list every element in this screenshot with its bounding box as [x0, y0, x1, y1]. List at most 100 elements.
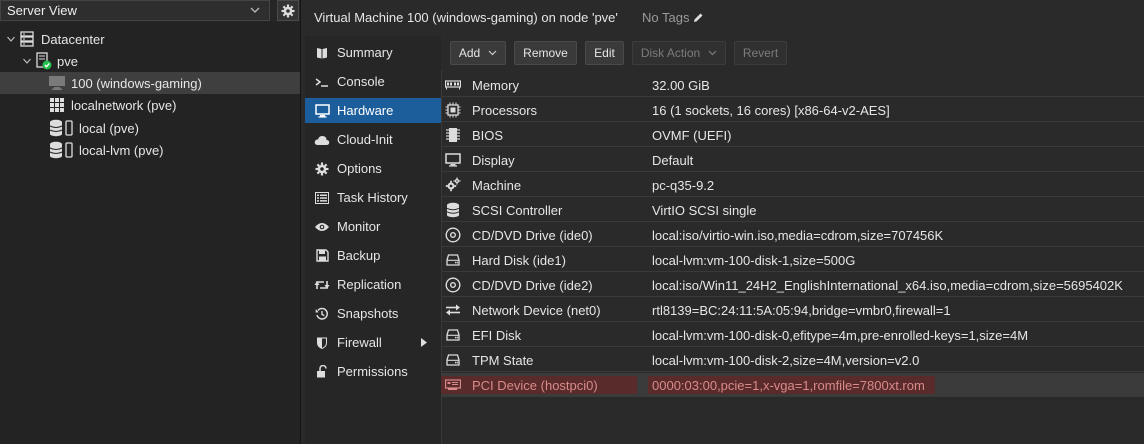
memory-icon: [445, 77, 461, 93]
hardware-name: Network Device (net0): [472, 303, 601, 318]
tree-item-localnetwork[interactable]: localnetwork (pve): [48, 94, 300, 116]
chevron-down-icon: [708, 50, 717, 56]
nav-item-label: Cloud-Init: [337, 132, 393, 147]
tree-item-node-pve[interactable]: pve: [20, 50, 300, 72]
tree-item-label: local (pve): [79, 120, 139, 136]
pencil-icon[interactable]: [692, 12, 704, 24]
collapse-toggle-icon[interactable]: [4, 34, 18, 44]
nav-item-summary[interactable]: Summary: [305, 40, 441, 65]
hardware-value: local-lvm:vm-100-disk-0,efitype=4m,pre-e…: [652, 328, 1029, 343]
hardware-row-efi-disk[interactable]: EFI Disk local-lvm:vm-100-disk-0,efitype…: [441, 323, 1144, 347]
tree-item-storage-local[interactable]: local (pve): [48, 117, 300, 139]
resource-tree-panel: Server View Datacenter pve 100 (windows-…: [0, 0, 301, 444]
view-selector-bar: Server View: [0, 0, 300, 22]
chevron-down-icon: [488, 50, 497, 56]
tags-area[interactable]: No Tags: [642, 10, 704, 25]
nav-item-cloud-init[interactable]: Cloud-Init: [305, 127, 441, 152]
hardware-row-cdrom-ide2[interactable]: CD/DVD Drive (ide2) local:iso/Win11_24H2…: [441, 273, 1144, 297]
nav-item-backup[interactable]: Backup: [305, 243, 441, 268]
tree-item-label: localnetwork (pve): [71, 97, 177, 113]
node-online-icon: [34, 52, 52, 70]
add-button-label: Add: [458, 46, 481, 60]
hardware-name: SCSI Controller: [472, 203, 563, 218]
hardware-value: 0000:03:00,pcie=1,x-vga=1,romfile=7800xt…: [652, 378, 925, 393]
revert-button-label: Revert: [742, 46, 779, 60]
gear-icon: [314, 161, 330, 177]
revert-button[interactable]: Revert: [734, 41, 787, 65]
nav-item-label: Snapshots: [337, 306, 399, 321]
remove-button[interactable]: Remove: [514, 41, 577, 65]
desktop-icon: [314, 103, 330, 119]
hdd-icon: [445, 252, 461, 268]
hardware-toolbar: Add Remove Edit Disk Action Revert: [441, 36, 1144, 70]
nav-item-label: Options: [337, 161, 382, 176]
terminal-icon: [314, 74, 330, 90]
hardware-value: rtl8139=BC:24:11:5A:05:94,bridge=vmbr0,f…: [652, 303, 951, 318]
disk-action-button-label: Disk Action: [640, 46, 701, 60]
tree-item-label: 100 (windows-gaming): [71, 75, 202, 91]
unlock-icon: [314, 364, 330, 380]
edit-button[interactable]: Edit: [585, 41, 624, 65]
nav-item-monitor[interactable]: Monitor: [305, 214, 441, 239]
hdd-icon: [445, 327, 461, 343]
collapse-toggle-icon[interactable]: [20, 56, 34, 66]
hardware-row-machine[interactable]: Machine pc-q35-9.2: [441, 173, 1144, 197]
sdn-grid-icon: [48, 96, 66, 114]
view-settings-button[interactable]: [277, 0, 299, 21]
hardware-row-processors[interactable]: Processors 16 (1 sockets, 16 cores) [x86…: [441, 98, 1144, 122]
hardware-value: VirtIO SCSI single: [652, 203, 757, 218]
add-button[interactable]: Add: [450, 41, 506, 65]
hardware-name: CD/DVD Drive (ide2): [472, 278, 593, 293]
database-icon: [445, 202, 461, 218]
hardware-row-cdrom-ide0[interactable]: CD/DVD Drive (ide0) local:iso/virtio-win…: [441, 223, 1144, 247]
nav-item-task-history[interactable]: Task History: [305, 185, 441, 210]
nav-item-console[interactable]: Console: [305, 69, 441, 94]
nav-item-label: Hardware: [337, 103, 394, 118]
pci-card-icon: [445, 377, 461, 393]
nav-item-hardware[interactable]: Hardware: [305, 98, 441, 123]
hardware-name: Machine: [472, 178, 522, 193]
monitor-icon: [445, 152, 461, 168]
hardware-row-pci-hostpci0[interactable]: PCI Device (hostpci0) 0000:03:00,pcie=1,…: [441, 373, 1144, 397]
tree-item-vm-100[interactable]: 100 (windows-gaming): [0, 72, 300, 94]
hardware-value: 16 (1 sockets, 16 cores) [x86-64-v2-AES]: [652, 103, 890, 118]
tags-label: No Tags: [642, 10, 690, 25]
tree-item-storage-local-lvm[interactable]: local-lvm (pve): [48, 139, 300, 161]
hardware-row-tpm-state[interactable]: TPM State local-lvm:vm-100-disk-2,size=4…: [441, 348, 1144, 372]
nav-item-replication[interactable]: Replication: [305, 272, 441, 297]
hardware-name: EFI Disk: [472, 328, 522, 343]
tree-item-label: pve: [57, 53, 78, 69]
tree-item-label: local-lvm (pve): [79, 142, 164, 158]
nav-item-firewall[interactable]: Firewall: [305, 330, 441, 355]
hardware-value: 32.00 GiB: [652, 78, 710, 93]
hardware-name: PCI Device (hostpci0): [472, 378, 598, 393]
storage-icon: [48, 119, 74, 137]
datacenter-icon: [18, 30, 36, 48]
floppy-icon: [314, 248, 330, 264]
tree-item-datacenter[interactable]: Datacenter: [4, 28, 300, 50]
tree-item-label: Datacenter: [41, 31, 105, 47]
eye-icon: [314, 219, 330, 235]
hardware-name: Display: [472, 153, 515, 168]
hardware-row-scsi-controller[interactable]: SCSI Controller VirtIO SCSI single: [441, 198, 1144, 222]
server-view-select[interactable]: Server View: [0, 0, 270, 21]
hardware-value: OVMF (UEFI): [652, 128, 732, 143]
cpu-icon: [445, 102, 461, 118]
hardware-name: Processors: [472, 103, 538, 118]
page-title: Virtual Machine 100 (windows-gaming) on …: [314, 10, 618, 25]
hardware-value: pc-q35-9.2: [652, 178, 715, 193]
hardware-row-network-net0[interactable]: Network Device (net0) rtl8139=BC:24:11:5…: [441, 298, 1144, 322]
disk-action-button[interactable]: Disk Action: [632, 41, 726, 65]
hardware-row-bios[interactable]: BIOS OVMF (UEFI): [441, 123, 1144, 147]
nav-item-permissions[interactable]: Permissions: [305, 359, 441, 384]
vm-nav-menu: Summary Console Hardware Cloud-Init Opti…: [305, 36, 442, 444]
hardware-value: local-lvm:vm-100-disk-2,size=4M,version=…: [652, 353, 920, 368]
nav-item-snapshots[interactable]: Snapshots: [305, 301, 441, 326]
nav-item-options[interactable]: Options: [305, 156, 441, 181]
hardware-row-hard-disk-ide1[interactable]: Hard Disk (ide1) local-lvm:vm-100-disk-1…: [441, 248, 1144, 272]
hardware-row-display[interactable]: Display Default: [441, 148, 1144, 172]
remove-button-label: Remove: [523, 46, 568, 60]
list-icon: [314, 190, 330, 206]
hardware-row-memory[interactable]: Memory 32.00 GiB: [441, 73, 1144, 97]
hdd-icon: [445, 352, 461, 368]
